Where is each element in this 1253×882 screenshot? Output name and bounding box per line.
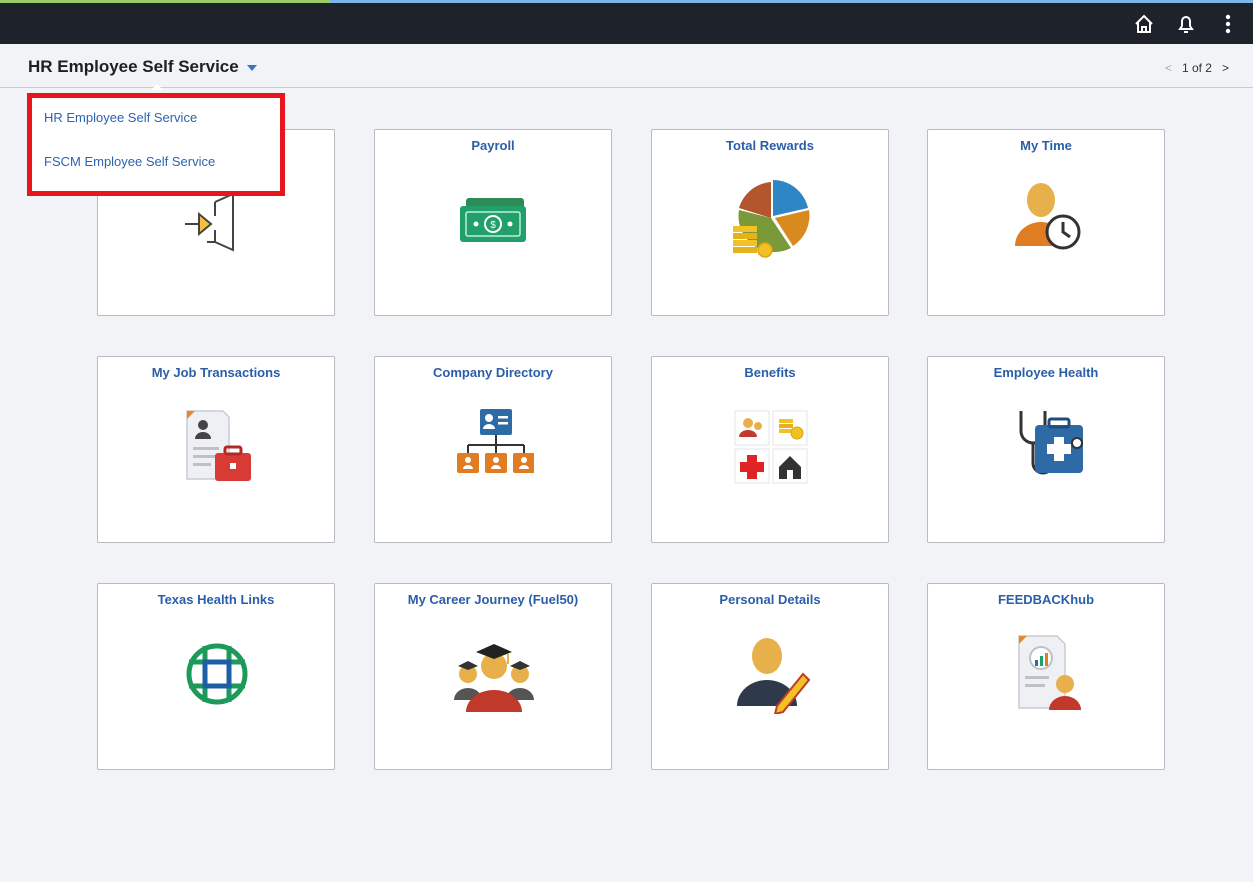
tile-label: Texas Health Links bbox=[157, 592, 275, 607]
feedback-report-icon bbox=[1018, 635, 1081, 710]
tile-label: My Time bbox=[1020, 138, 1072, 153]
top-bar bbox=[0, 0, 1253, 44]
notifications-bell-icon[interactable] bbox=[1175, 11, 1197, 37]
tile-total-rewards[interactable]: Total Rewards bbox=[651, 129, 889, 316]
tile-my-time[interactable]: My Time bbox=[927, 129, 1165, 316]
svg-text:$: $ bbox=[490, 220, 496, 231]
tile-label: FEEDBACKhub bbox=[997, 592, 1095, 607]
dropdown-pointer bbox=[151, 84, 163, 90]
tile-my-job-transactions[interactable]: My Job Transactions bbox=[97, 356, 335, 543]
page-indicator: 1 of 2 bbox=[1181, 61, 1212, 75]
home-icon[interactable] bbox=[1133, 11, 1155, 37]
user-pencil-icon bbox=[737, 638, 811, 714]
graduates-icon bbox=[454, 644, 534, 712]
tile-label: Total Rewards bbox=[726, 138, 814, 153]
homepage-selector[interactable]: HR Employee Self Service bbox=[28, 57, 257, 77]
tile-benefits[interactable]: Benefits bbox=[651, 356, 889, 543]
user-clock-icon bbox=[1015, 183, 1081, 250]
tile-label: Benefits bbox=[744, 365, 796, 380]
job-briefcase-icon bbox=[186, 410, 251, 481]
caret-down-icon[interactable] bbox=[246, 65, 257, 71]
page-pager: < 1 of 2 > bbox=[1165, 61, 1229, 75]
tile-label: Payroll bbox=[471, 138, 515, 153]
tile-feedbackhub[interactable]: FEEDBACKhub bbox=[927, 583, 1165, 770]
tile-label: Employee Health bbox=[993, 365, 1099, 380]
tile-employee-health[interactable]: Employee Health bbox=[927, 356, 1165, 543]
dropdown-option-fscm-ess[interactable]: FSCM Employee Self Service bbox=[44, 154, 215, 169]
tile-label: Personal Details bbox=[719, 592, 821, 607]
tile-my-career-journey[interactable]: My Career Journey (Fuel50) bbox=[374, 583, 612, 770]
texas-health-logo-icon bbox=[186, 643, 248, 705]
org-chart-icon bbox=[457, 409, 534, 473]
tile-personal-details[interactable]: Personal Details bbox=[651, 583, 889, 770]
homepage-dropdown: HR Employee Self Service FSCM Employee S… bbox=[27, 93, 285, 196]
medical-kit-icon bbox=[1019, 411, 1083, 475]
benefits-grid-icon bbox=[734, 410, 808, 484]
tile-label: My Job Transactions bbox=[151, 365, 281, 380]
dropdown-option-hr-ess[interactable]: HR Employee Self Service bbox=[44, 110, 197, 125]
tile-payroll[interactable]: Payroll $ bbox=[374, 129, 612, 316]
money-icon: $ bbox=[460, 198, 526, 242]
chevron-right-icon[interactable]: > bbox=[1222, 61, 1229, 75]
tile-texas-health-links[interactable]: Texas Health Links bbox=[97, 583, 335, 770]
top-bar-icons bbox=[1133, 11, 1239, 37]
page-header: HR Employee Self Service < 1 of 2 > bbox=[0, 44, 1253, 88]
page-title[interactable]: HR Employee Self Service bbox=[28, 57, 239, 77]
tile-company-directory[interactable]: Company Directory bbox=[374, 356, 612, 543]
actions-menu-icon[interactable] bbox=[1217, 11, 1239, 37]
tile-label: Company Directory bbox=[433, 365, 553, 380]
top-accent-line bbox=[0, 0, 330, 3]
tile-label: My Career Journey (Fuel50) bbox=[407, 592, 579, 607]
chevron-left-icon[interactable]: < bbox=[1165, 61, 1172, 75]
pie-chart-coins-icon bbox=[733, 180, 810, 258]
